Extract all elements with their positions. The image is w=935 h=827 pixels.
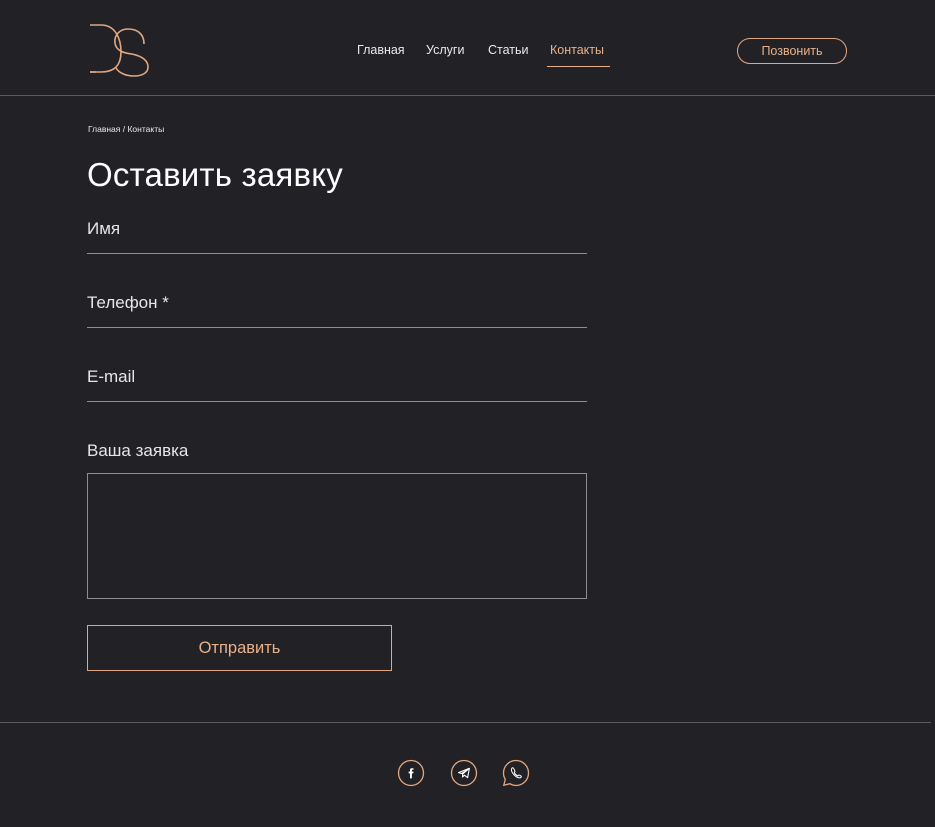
page-title: Оставить заявку — [87, 156, 343, 193]
breadcrumb-separator: / — [122, 124, 126, 134]
request-textarea[interactable] — [87, 473, 587, 599]
facebook-icon[interactable] — [397, 759, 425, 787]
nav-item-home[interactable]: Главная — [357, 43, 405, 57]
nav-item-articles[interactable]: Статьи — [488, 43, 529, 57]
submit-button[interactable]: Отправить — [87, 625, 392, 671]
breadcrumb: Главная / Контакты — [88, 124, 164, 134]
email-field[interactable] — [87, 365, 587, 402]
breadcrumb-current: Контакты — [127, 124, 165, 134]
nav-item-services[interactable]: Услуги — [426, 43, 464, 57]
whatsapp-icon[interactable] — [502, 759, 530, 787]
name-field[interactable] — [87, 217, 587, 254]
phone-field[interactable] — [87, 291, 587, 328]
nav-item-contacts[interactable]: Контакты — [550, 43, 604, 57]
breadcrumb-home-link[interactable]: Главная — [88, 124, 120, 134]
telegram-icon[interactable] — [450, 759, 478, 787]
nav-active-indicator — [547, 66, 610, 67]
site-header: Главная Услуги Статьи Контакты Позвонить — [0, 0, 935, 96]
call-button[interactable]: Позвонить — [737, 38, 847, 64]
request-label: Ваша заявка — [87, 441, 189, 460]
